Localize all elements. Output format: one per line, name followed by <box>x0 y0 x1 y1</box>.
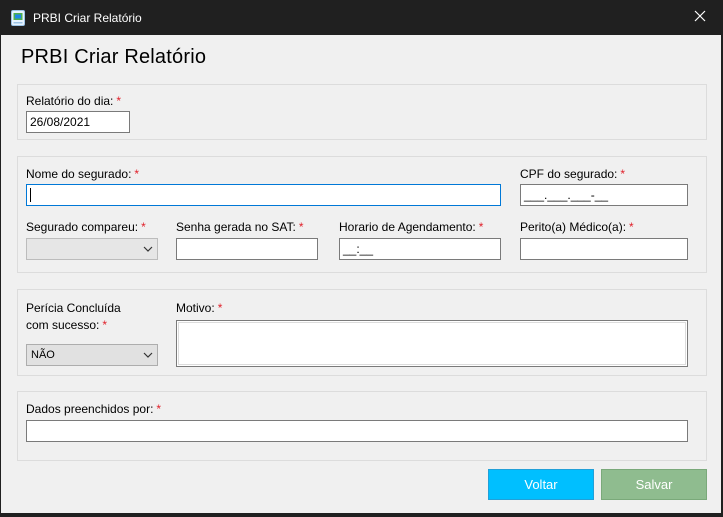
page-title: PRBI Criar Relatório <box>21 46 207 68</box>
sat-label-text: Senha gerada no SAT: <box>176 220 296 234</box>
schedule-time-input[interactable]: __:__ <box>339 238 501 260</box>
success-value: NÃO <box>31 349 55 361</box>
back-button[interactable]: Voltar <box>488 469 594 500</box>
schedule-time-mask: __:__ <box>343 242 374 256</box>
success-select[interactable]: NÃO <box>26 344 158 366</box>
insured-name-label: Nome do segurado: * <box>26 167 139 182</box>
report-date-field[interactable]: 26/08/2021 <box>26 111 130 133</box>
chevron-down-icon <box>143 349 153 361</box>
report-window: PRBI Criar Relatório PRBI Criar Relatóri… <box>0 0 723 517</box>
insured-name-input[interactable] <box>26 184 501 206</box>
sat-password-input[interactable] <box>176 238 318 260</box>
required-marker: * <box>629 220 634 234</box>
cpf-input[interactable]: ___.___.___-__ <box>520 184 688 206</box>
cpf-label-text: CPF do segurado: <box>520 167 618 181</box>
insured-section: Nome do segurado: * CPF do segurado: * ___… <box>17 156 707 273</box>
form-area: PRBI Criar Relatório Relatório do dia: * … <box>1 35 721 513</box>
success-label-line1: Perícia Concluída <box>26 301 121 315</box>
filled-by-section: Dados preenchidos por: * <box>17 391 707 461</box>
reason-label-text: Motivo: <box>176 301 215 315</box>
window-title: PRBI Criar Relatório <box>33 11 142 25</box>
attended-label-text: Segurado compareu: <box>26 220 139 234</box>
cpf-mask: ___.___.___-__ <box>524 188 609 202</box>
required-marker: * <box>134 167 140 181</box>
success-label-line2: com sucesso: <box>26 318 100 332</box>
date-section: Relatório do dia: * 26/08/2021 <box>17 84 707 140</box>
required-marker: * <box>298 220 304 234</box>
result-section: Perícia Concluída com sucesso: * NÃO Moti… <box>17 289 707 376</box>
required-marker: * <box>217 301 223 315</box>
cpf-label: CPF do segurado: * <box>520 167 625 182</box>
sat-label: Senha gerada no SAT: * <box>176 220 304 235</box>
attended-label: Segurado compareu: * <box>26 220 146 235</box>
save-button-label: Salvar <box>635 477 673 492</box>
report-app-icon <box>11 10 25 26</box>
schedule-label: Horario de Agendamento: * <box>339 220 483 235</box>
text-cursor <box>30 188 31 202</box>
schedule-label-text: Horario de Agendamento: <box>339 220 476 234</box>
required-marker: * <box>141 220 146 234</box>
success-label-second: com sucesso: * <box>26 318 107 333</box>
success-label: Perícia Concluída <box>26 301 121 316</box>
filled-by-label-text: Dados preenchidos por: <box>26 402 154 416</box>
required-marker: * <box>102 318 108 332</box>
insured-name-label-text: Nome do segurado: <box>26 167 132 181</box>
close-button[interactable] <box>677 0 723 35</box>
reason-label: Motivo: * <box>176 301 222 316</box>
doctor-input[interactable] <box>520 238 688 260</box>
back-button-label: Voltar <box>524 477 558 492</box>
report-date-label-text: Relatório do dia: <box>26 94 114 108</box>
required-marker: * <box>478 220 484 234</box>
report-date-value: 26/08/2021 <box>30 115 91 129</box>
close-icon <box>694 10 706 25</box>
chevron-down-icon <box>143 243 153 255</box>
report-date-label: Relatório do dia: * <box>26 94 121 109</box>
reason-textarea-inner <box>178 322 686 365</box>
doctor-label: Perito(a) Médico(a): * <box>520 220 634 235</box>
required-marker: * <box>116 94 122 108</box>
doctor-label-text: Perito(a) Médico(a): <box>520 220 627 234</box>
required-marker: * <box>620 167 626 181</box>
reason-textarea[interactable] <box>176 320 688 367</box>
save-button[interactable]: Salvar <box>601 469 707 500</box>
filled-by-label: Dados preenchidos por: * <box>26 402 161 417</box>
title-bar[interactable]: PRBI Criar Relatório <box>0 0 723 35</box>
attended-select[interactable] <box>26 238 158 260</box>
filled-by-input[interactable] <box>26 420 688 442</box>
required-marker: * <box>156 402 162 416</box>
